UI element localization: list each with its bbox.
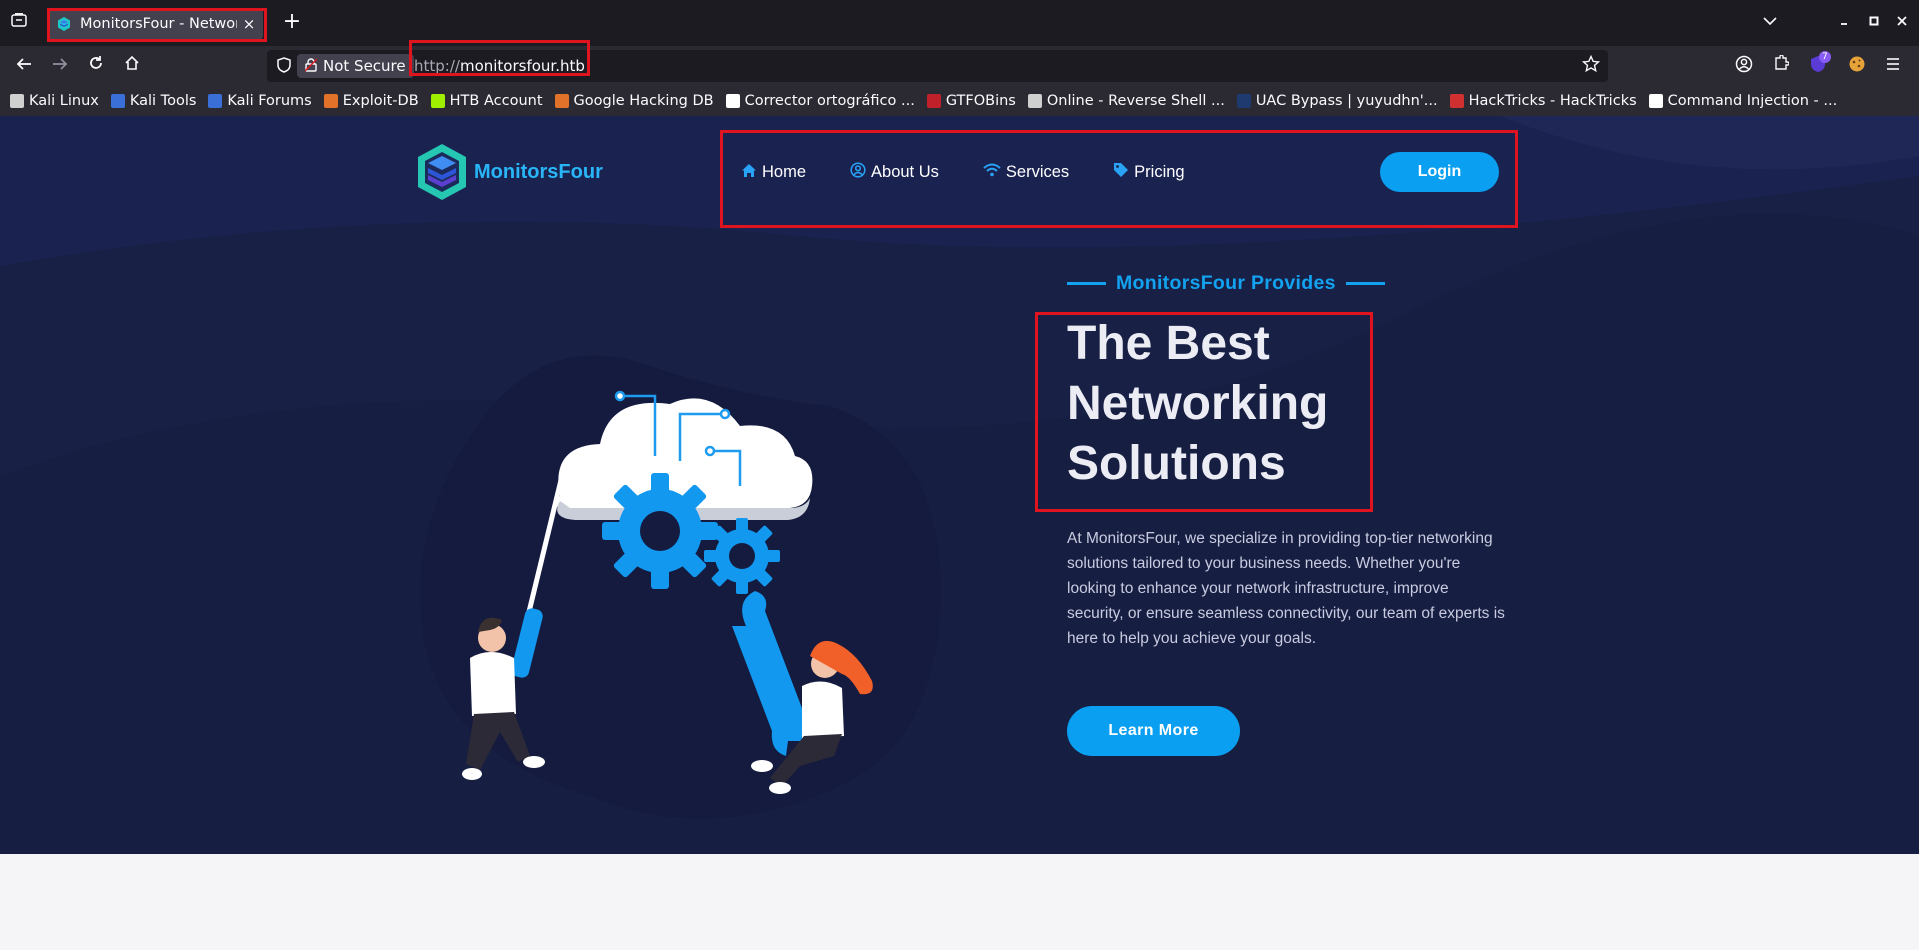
tag-icon <box>1113 162 1129 182</box>
user-circle-icon <box>850 162 866 182</box>
extension-shield-icon[interactable]: 7 <box>1807 51 1831 77</box>
url-text[interactable]: http://monitorsfour.htb <box>414 57 585 75</box>
main-navigation: Home About Us Services Pricing <box>741 162 1229 182</box>
bookmark-label: Exploit-DB <box>342 93 419 109</box>
forward-icon[interactable] <box>48 55 72 77</box>
bookmark-favicon-icon <box>208 94 223 108</box>
tab-list-icon[interactable] <box>8 13 30 33</box>
bookmark-favicon-icon <box>10 94 24 108</box>
nav-home[interactable]: Home <box>741 163 806 182</box>
bookmark-favicon-icon <box>926 94 941 108</box>
bookmark-label: Corrector ortográfico ... <box>744 93 915 109</box>
url-bar[interactable]: Not Secure http://monitorsfour.htb <box>267 50 1608 82</box>
tab-title: MonitorsFour - Networking Solutions <box>80 16 237 32</box>
hero-description: At MonitorsFour, we specialize in provid… <box>1067 530 1505 647</box>
login-button[interactable]: Login <box>1380 152 1499 192</box>
monitorsfour-logo-icon <box>418 144 466 200</box>
account-icon[interactable] <box>1733 55 1755 77</box>
minimize-icon[interactable] <box>1834 12 1854 30</box>
bookmark-label: Kali Linux <box>29 93 99 109</box>
home-icon[interactable] <box>120 55 144 77</box>
bookmark-item[interactable]: Kali Linux <box>10 93 99 109</box>
tab-close-icon[interactable]: × <box>241 15 257 33</box>
wifi-icon <box>983 163 1001 181</box>
bookmark-item[interactable]: Google Hacking DB <box>554 93 714 109</box>
not-secure-badge[interactable]: Not Secure <box>297 54 414 78</box>
background-wave <box>0 116 1919 854</box>
bookmark-label: Command Injection - ... <box>1667 93 1838 109</box>
bookmark-favicon-icon <box>725 94 740 108</box>
bookmarks-toolbar: Kali Linux Kali Tools Kali Forums Exploit-D… <box>0 86 1919 116</box>
bookmark-favicon-icon <box>1449 94 1464 108</box>
site-logo[interactable]: MonitorsFour <box>414 142 603 202</box>
networking-illustration <box>420 355 941 819</box>
extension-badge: 7 <box>1819 51 1831 63</box>
bookmark-label: Kali Forums <box>227 93 312 109</box>
close-window-icon[interactable] <box>1892 12 1912 30</box>
navigation-toolbar: Not Secure http://monitorsfour.htb 7 <box>0 40 1919 86</box>
kicker-line-left <box>1067 282 1106 285</box>
nav-about-us-label: About Us <box>871 162 939 181</box>
kicker-line-right <box>1345 282 1385 285</box>
bookmark-favicon-icon <box>1027 94 1042 108</box>
bookmark-favicon-icon <box>430 94 445 108</box>
bookmark-item[interactable]: Exploit-DB <box>323 93 419 109</box>
bookmark-label: HackTricks - HackTricks <box>1468 93 1637 109</box>
bookmark-label: Google Hacking DB <box>573 93 714 109</box>
extensions-icon[interactable] <box>1770 54 1792 77</box>
bookmark-favicon-icon <box>554 94 569 108</box>
nav-about-us[interactable]: About Us <box>850 162 939 182</box>
bookmark-item[interactable]: UAC Bypass | yuyudhn'... <box>1236 93 1438 109</box>
home-icon <box>741 163 757 182</box>
bookmark-label: GTFOBins <box>945 93 1016 109</box>
back-icon[interactable] <box>12 55 36 77</box>
bookmark-item[interactable]: Online - Reverse Shell ... <box>1027 93 1225 109</box>
url-host: monitorsfour.htb <box>459 57 585 75</box>
url-scheme: http:// <box>414 57 460 75</box>
cookie-extension-icon[interactable] <box>1846 55 1868 77</box>
bookmark-item[interactable]: Kali Tools <box>110 93 197 109</box>
bookmark-favicon-icon <box>1236 94 1251 108</box>
maximize-icon[interactable] <box>1864 12 1884 30</box>
insecure-lock-icon <box>304 57 318 75</box>
logo-text: MonitorsFour <box>474 160 603 183</box>
next-section <box>0 854 1919 950</box>
new-tab-button[interactable]: + <box>280 11 304 35</box>
tab-monitorsfour[interactable]: MonitorsFour - Networking Solutions × <box>47 8 263 40</box>
hero-kicker: MonitorsFour Provides <box>1067 272 1385 295</box>
bookmark-label: Kali Tools <box>129 93 197 109</box>
shield-icon[interactable] <box>277 57 291 77</box>
bookmark-label: Online - Reverse Shell ... <box>1046 93 1225 109</box>
nav-services[interactable]: Services <box>983 163 1069 182</box>
list-all-tabs-icon[interactable] <box>1760 12 1780 30</box>
bookmark-label: UAC Bypass | yuyudhn'... <box>1255 93 1438 109</box>
bookmark-item[interactable]: Corrector ortográfico ... <box>725 93 915 109</box>
bookmark-item[interactable]: Kali Forums <box>208 93 312 109</box>
bookmark-item[interactable]: HackTricks - HackTricks <box>1449 93 1637 109</box>
bookmark-item[interactable]: GTFOBins <box>926 93 1016 109</box>
nav-pricing[interactable]: Pricing <box>1113 162 1185 182</box>
bookmark-label: HTB Account <box>449 93 543 109</box>
website-viewport: MonitorsFour Home About Us Services Pric… <box>0 116 1919 854</box>
bookmark-favicon-icon <box>1648 94 1663 108</box>
nav-home-label: Home <box>762 162 807 181</box>
bookmark-favicon-icon <box>323 94 338 108</box>
hero-title-line-2: Networking <box>1067 377 1329 430</box>
bookmark-star-icon[interactable] <box>1581 54 1601 78</box>
hero-title-line-3: Solutions <box>1067 437 1286 490</box>
nav-services-label: Services <box>1005 162 1070 181</box>
tab-bar: MonitorsFour - Networking Solutions × + <box>0 0 1919 46</box>
learn-more-button[interactable]: Learn More <box>1067 706 1240 756</box>
bookmark-favicon-icon <box>110 94 125 108</box>
reload-icon[interactable] <box>84 55 108 77</box>
bookmark-item[interactable]: HTB Account <box>430 93 543 109</box>
hero-title: The Best Networking Solutions <box>1067 314 1367 494</box>
menu-icon[interactable] <box>1882 55 1904 77</box>
hero-kicker-text: MonitorsFour Provides <box>1116 272 1336 294</box>
not-secure-label: Not Secure <box>323 57 406 75</box>
hero-title-line-1: The Best <box>1067 317 1270 370</box>
nav-pricing-label: Pricing <box>1134 162 1185 181</box>
bookmark-item[interactable]: Command Injection - ... <box>1648 93 1838 109</box>
monitorsfour-favicon-icon <box>58 17 70 31</box>
